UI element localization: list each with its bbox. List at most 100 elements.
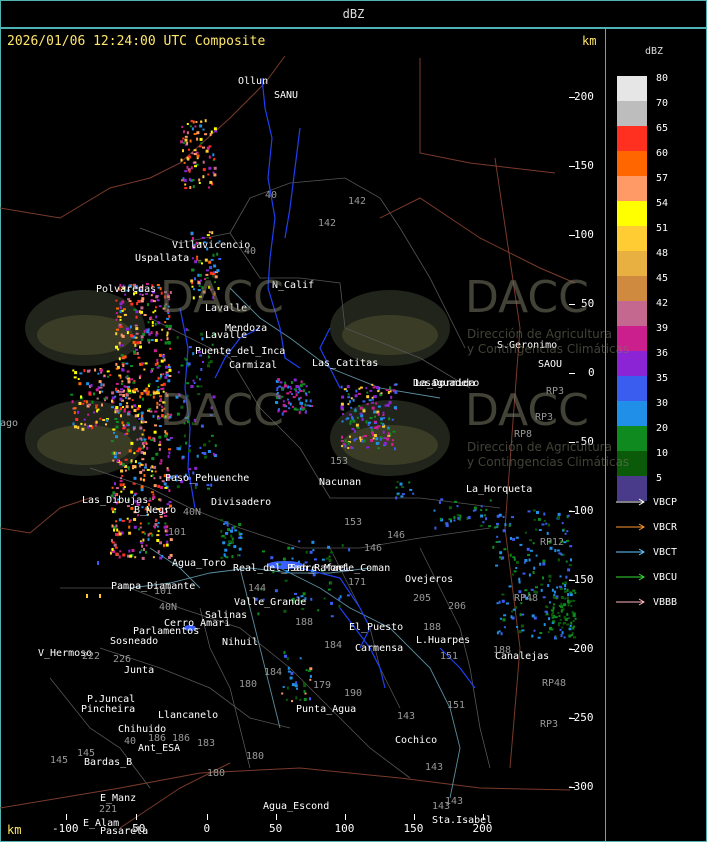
radar-echo: [234, 529, 238, 532]
radar-echo: [132, 482, 136, 485]
radar-echo: [372, 386, 376, 389]
radar-echo: [359, 412, 363, 415]
radar-echo: [132, 381, 136, 384]
radar-echo: [274, 589, 278, 593]
radar-echo: [559, 618, 562, 621]
radar-echo: [233, 545, 237, 549]
radar-echo: [184, 357, 186, 360]
radar-echo: [128, 519, 131, 523]
radar-echo: [151, 368, 155, 370]
radar-echo: [130, 365, 133, 367]
radar-echo: [521, 613, 525, 616]
radar-echo: [125, 362, 129, 365]
radar-echo: [456, 505, 459, 508]
radar-echo: [511, 516, 514, 519]
radar-echo: [344, 439, 347, 443]
radar-echo: [148, 407, 152, 410]
radar-echo: [379, 437, 382, 441]
radar-echo: [492, 545, 495, 549]
radar-echo: [496, 631, 499, 635]
radar-echo: [75, 418, 79, 421]
radar-echo: [156, 534, 160, 537]
radar-echo: [520, 624, 524, 628]
radar-echo: [202, 175, 205, 179]
radar-echo: [154, 410, 158, 413]
radar-echo: [290, 381, 293, 384]
radar-echo: [152, 391, 156, 395]
radar-echo: [458, 517, 461, 521]
radar-echo: [194, 165, 197, 168]
radar-echo: [150, 439, 154, 441]
radar-echo: [196, 454, 199, 458]
radar-echo: [182, 141, 186, 144]
radar-echo: [206, 234, 210, 237]
radar-echo: [144, 466, 147, 469]
radar-echo: [356, 416, 359, 419]
radar-echo: [547, 523, 550, 527]
radar-echo: [141, 414, 143, 418]
radar-echo: [385, 389, 389, 391]
radar-echo: [499, 617, 502, 620]
radar-echo: [150, 466, 152, 469]
y-tick-mark: [569, 97, 575, 98]
radar-echo: [130, 490, 134, 494]
radar-echo: [569, 600, 572, 603]
radar-echo: [366, 403, 369, 406]
radar-echo: [127, 380, 131, 384]
radar-echo: [564, 590, 566, 593]
radar-echo: [572, 589, 576, 592]
radar-echo: [140, 549, 143, 552]
radar-echo: [545, 522, 548, 525]
radar-echo: [140, 335, 144, 339]
radar-echo: [166, 331, 169, 335]
radar-echo: [206, 146, 210, 150]
radar-echo: [221, 534, 225, 537]
radar-echo: [133, 518, 137, 521]
radar-echo: [139, 374, 142, 377]
radar-echo: [161, 354, 165, 357]
radar-echo: [185, 328, 188, 332]
route-number: 180: [207, 768, 226, 779]
radar-echo: [147, 303, 149, 307]
radar-echo: [213, 166, 217, 170]
radar-echo: [208, 260, 212, 264]
radar-echo: [386, 437, 390, 441]
radar-echo: [97, 372, 100, 375]
route-number: 206: [448, 601, 467, 612]
radar-echo: [130, 334, 134, 338]
radar-echo: [202, 160, 205, 164]
radar-echo: [186, 123, 189, 125]
radar-echo: [371, 398, 374, 401]
radar-echo: [289, 385, 292, 388]
x-tick-mark: [345, 814, 346, 820]
radar-echo: [153, 477, 156, 480]
radar-echo: [120, 490, 123, 493]
radar-echo: [111, 548, 114, 551]
radar-echo: [542, 562, 546, 566]
radar-echo: [511, 610, 514, 613]
radar-echo: [183, 130, 185, 134]
radar-echo: [156, 361, 159, 365]
radar-echo: [299, 407, 302, 411]
place-label: Sosneado: [110, 636, 159, 647]
radar-echo: [302, 389, 305, 393]
radar-echo: [548, 601, 551, 604]
radar-echo: [569, 545, 573, 548]
radar-echo: [355, 389, 358, 393]
radar-echo: [182, 149, 184, 153]
radar-echo: [558, 615, 561, 618]
legend-swatch: [617, 376, 647, 401]
radar-echo: [83, 400, 86, 403]
radar-echo: [572, 599, 576, 602]
radar-echo: [347, 396, 351, 399]
x-tick-label: 0: [203, 822, 211, 835]
radar-echo: [213, 127, 217, 131]
radar-echo: [124, 433, 127, 436]
radar-echo: [355, 437, 358, 440]
legend-value: 80: [656, 73, 669, 84]
radar-echo: [121, 368, 124, 371]
radar-echo: [153, 465, 157, 469]
radar-echo: [140, 411, 144, 415]
radar-echo: [377, 390, 380, 393]
radar-echo: [445, 524, 449, 528]
